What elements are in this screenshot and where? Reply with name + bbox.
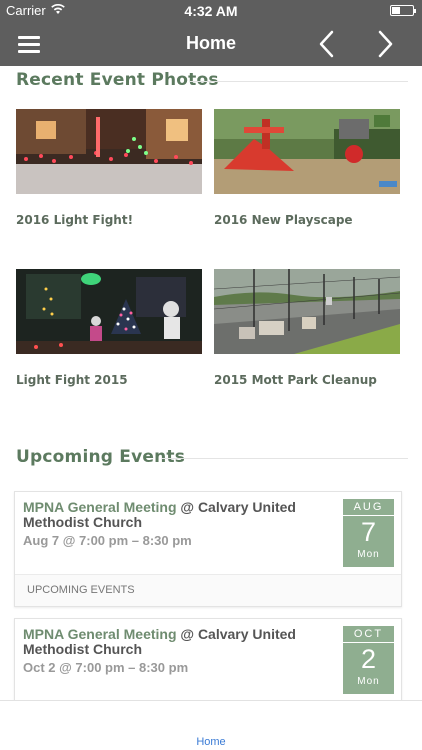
event-time: Aug 7 @ 7:00 pm – 8:30 pm — [23, 533, 192, 548]
section-title: Recent Event Photos — [16, 70, 219, 90]
date-badge: OCT 2 Mon — [343, 626, 394, 694]
event-name-link[interactable]: MPNA General Meeting — [23, 626, 177, 642]
date-month: AUG — [343, 499, 394, 516]
date-month: OCT — [343, 626, 394, 643]
photo-caption[interactable]: 2015 Mott Park Cleanup — [214, 373, 400, 387]
tab-home[interactable]: Home — [0, 736, 422, 748]
section-title: Upcoming Events — [16, 447, 186, 467]
photo-tile[interactable]: 2016 Light Fight! — [16, 109, 202, 227]
event-card[interactable]: MPNA General Meeting @ Calvary United Me… — [14, 491, 402, 607]
event-name-link[interactable]: MPNA General Meeting — [23, 499, 177, 515]
nav-bar: Home — [0, 22, 422, 66]
clock: 4:32 AM — [184, 3, 238, 19]
date-weekday: Mon — [357, 676, 380, 687]
date-weekday: Mon — [357, 549, 380, 560]
event-photo[interactable] — [16, 109, 202, 194]
event-card[interactable]: MPNA General Meeting @ Calvary United Me… — [14, 618, 402, 708]
tab-bar: Home — [0, 700, 422, 750]
divider — [190, 81, 408, 82]
event-category[interactable]: UPCOMING EVENTS — [15, 574, 401, 606]
event-time: Oct 2 @ 7:00 pm – 8:30 pm — [23, 660, 189, 675]
photo-tile[interactable]: 2016 New Playscape — [214, 109, 400, 227]
photo-tile[interactable]: Light Fight 2015 — [16, 269, 202, 387]
event-photo[interactable] — [16, 269, 202, 354]
chevron-left-icon[interactable] — [312, 28, 342, 60]
recent-photos-header: Recent Event Photos — [16, 70, 408, 92]
photo-caption[interactable]: Light Fight 2015 — [16, 373, 202, 387]
upcoming-events-header: Upcoming Events — [16, 447, 408, 469]
date-badge: AUG 7 Mon — [343, 499, 394, 567]
photo-caption[interactable]: 2016 New Playscape — [214, 213, 400, 227]
divider — [162, 458, 408, 459]
photo-caption[interactable]: 2016 Light Fight! — [16, 213, 202, 227]
page-title: Home — [185, 33, 236, 53]
event-photo[interactable] — [214, 109, 400, 194]
date-day: 7 — [360, 517, 377, 547]
status-bar: Carrier 4:32 AM — [0, 0, 422, 22]
event-title[interactable]: MPNA General Meeting @ Calvary United Me… — [23, 500, 333, 530]
chevron-right-icon[interactable] — [370, 28, 400, 60]
event-title[interactable]: MPNA General Meeting @ Calvary United Me… — [23, 627, 333, 657]
photo-tile[interactable]: 2015 Mott Park Cleanup — [214, 269, 400, 387]
date-day: 2 — [360, 644, 377, 674]
battery-icon — [390, 5, 416, 16]
event-photo[interactable] — [214, 269, 400, 354]
